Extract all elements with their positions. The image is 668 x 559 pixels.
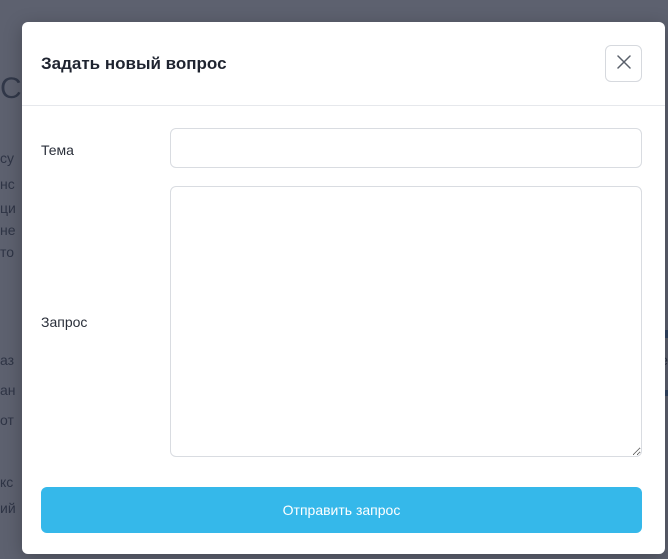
close-button[interactable] <box>605 45 642 82</box>
modal-header: Задать новый вопрос <box>22 22 665 106</box>
topic-label: Тема <box>41 142 74 158</box>
close-icon <box>616 55 631 72</box>
ask-question-modal: Задать новый вопрос Тема Запрос Отправит… <box>22 22 665 554</box>
query-label: Запрос <box>41 314 88 330</box>
modal-body: Тема Запрос Отправить запрос <box>22 106 665 554</box>
submit-query-button[interactable]: Отправить запрос <box>41 487 642 533</box>
topic-input[interactable] <box>170 128 642 168</box>
modal-title: Задать новый вопрос <box>41 53 227 73</box>
query-textarea[interactable] <box>170 186 642 457</box>
